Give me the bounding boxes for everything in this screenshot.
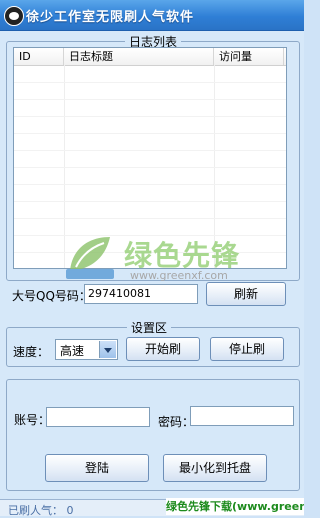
column-header-id[interactable]: ID <box>14 48 64 65</box>
start-button[interactable]: 开始刷 <box>126 337 200 361</box>
qq-penguin-icon <box>4 6 24 26</box>
chevron-down-icon[interactable] <box>99 341 116 358</box>
column-header-title[interactable]: 日志标题 <box>64 48 214 65</box>
grid-row-line <box>14 218 286 219</box>
grid-row-line <box>14 133 286 134</box>
minimize-to-tray-button[interactable]: 最小化到托盘 <box>163 454 267 482</box>
watermark-url: www.greenxf.com <box>130 269 228 282</box>
password-label: 密码： <box>158 415 195 429</box>
account-label: 账号： <box>14 413 51 427</box>
title-bar[interactable]: 徐少工作室无限刷人气软件 <box>0 0 304 31</box>
main-panel: 日志列表 ID 日志标题 访问量 绿色先锋 www.greenxf.com 大号… <box>0 31 304 515</box>
refresh-count-status: 已刷人气： 0 <box>8 504 74 517</box>
grid-row-line <box>14 150 286 151</box>
column-header-visits[interactable]: 访问量 <box>214 48 284 65</box>
listview-header: ID 日志标题 访问量 <box>14 48 286 66</box>
window-title: 徐少工作室无限刷人气软件 <box>26 10 195 25</box>
qq-number-input[interactable]: 297410081 <box>84 284 198 304</box>
speed-select[interactable]: 高速 <box>55 339 118 360</box>
stop-button[interactable]: 停止刷 <box>210 337 284 361</box>
greenxf-watermark: 绿色先锋 www.greenxf.com <box>62 231 262 287</box>
grid-row-line <box>14 116 286 117</box>
speed-select-value: 高速 <box>60 344 85 358</box>
grid-row-line <box>14 167 286 168</box>
speed-label: 速度： <box>13 345 50 359</box>
grid-row-line <box>14 201 286 202</box>
grid-row-line <box>14 99 286 100</box>
site-banner[interactable]: 绿色先锋下载(www.greenxf.com) <box>166 498 304 515</box>
password-input[interactable] <box>190 406 294 426</box>
login-button[interactable]: 登陆 <box>45 454 149 482</box>
settings-legend: 设置区 <box>127 319 172 336</box>
greenxf-logo-icon <box>66 237 114 279</box>
refresh-button[interactable]: 刷新 <box>206 282 286 306</box>
grid-row-line <box>14 184 286 185</box>
account-input[interactable] <box>46 407 150 427</box>
qq-label: 大号QQ号码： <box>12 289 91 303</box>
grid-row-line <box>14 82 286 83</box>
watermark-brand: 绿色先锋 <box>124 239 241 272</box>
